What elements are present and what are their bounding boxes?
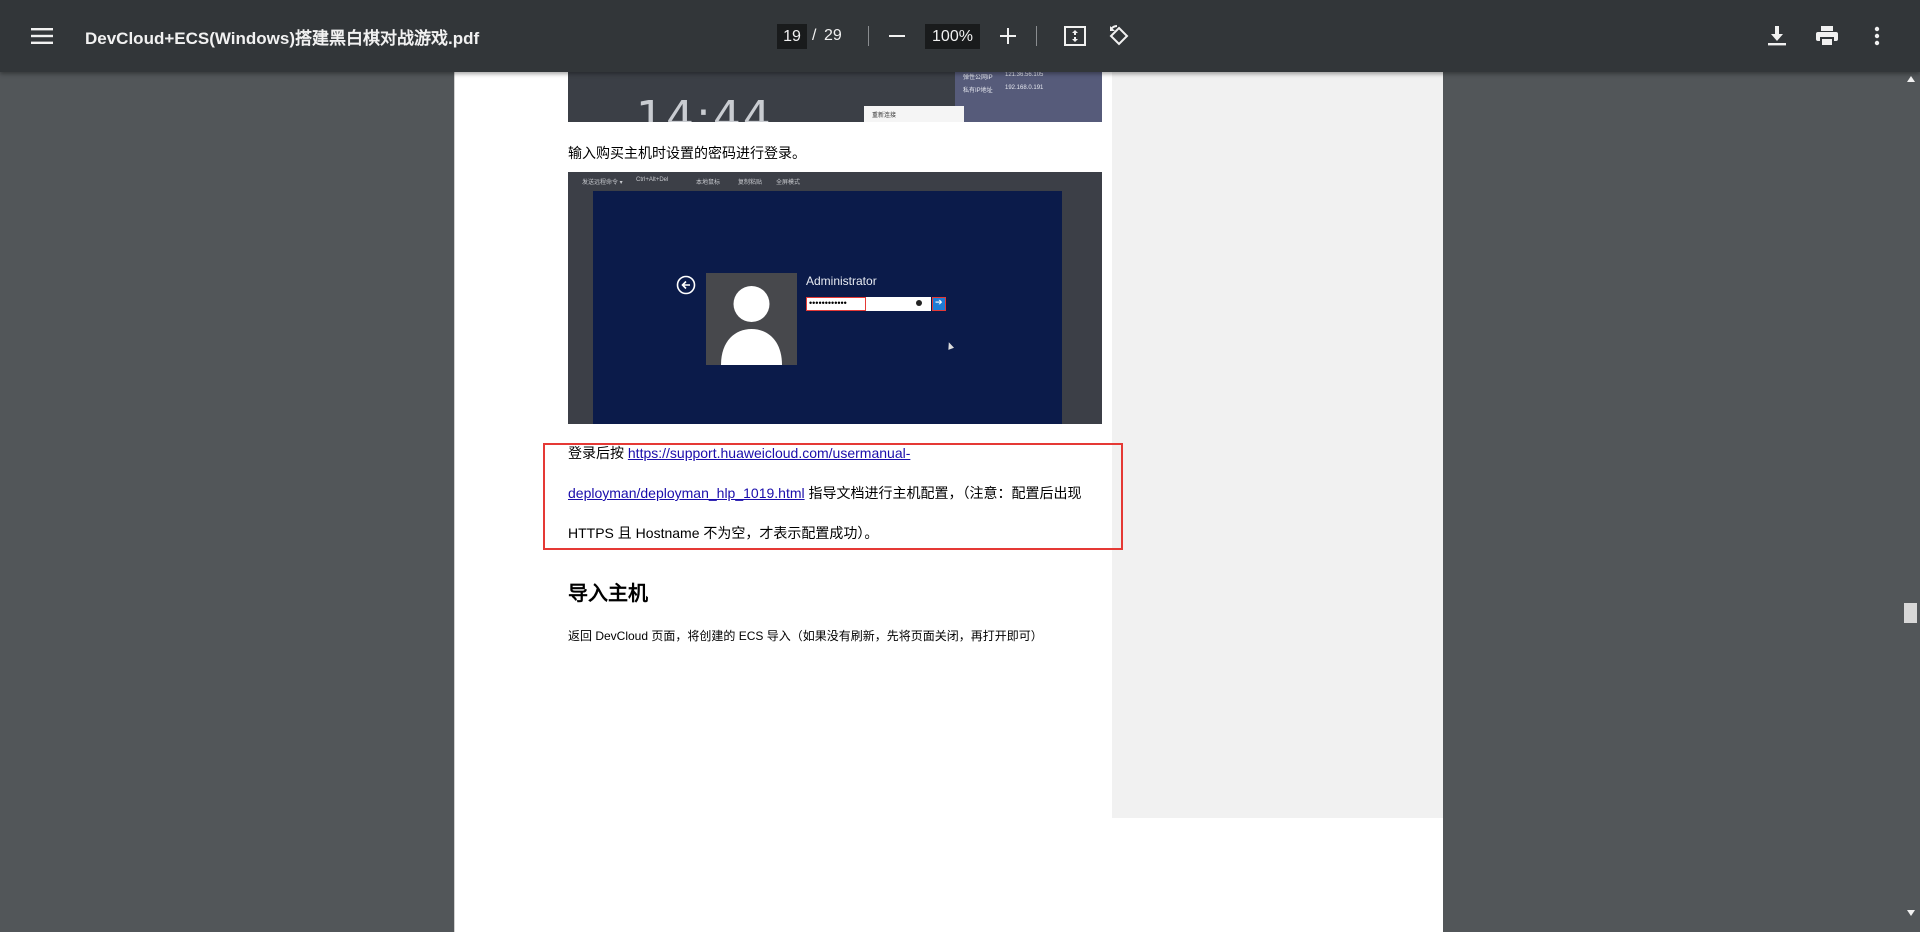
toolbar-divider [1036, 26, 1037, 46]
toolbar-divider [868, 26, 869, 46]
more-options-button[interactable] [1859, 18, 1895, 54]
submit-arrow-icon [932, 297, 946, 311]
user-icon [721, 286, 782, 365]
zoom-level-input[interactable] [925, 24, 980, 49]
page-separator: / [812, 27, 817, 44]
back-arrow-icon [676, 275, 696, 295]
section-heading: 导入主机 [568, 583, 648, 605]
instruction-text: 输入购买主机时设置的密码进行登录。 [568, 145, 806, 161]
lock-screen-clock: 14:44 [636, 92, 773, 122]
fit-to-page-button[interactable] [1057, 18, 1093, 54]
windows-login-screenshot: 发送远程命令 ▾ Ctrl+Alt+Del 本地鼠标 复制粘贴 全屏模式 Adm… [568, 172, 1102, 424]
download-button[interactable] [1759, 18, 1795, 54]
remote-toolbar-item: 发送远程命令 ▾ [582, 180, 623, 186]
minus-icon [889, 35, 905, 37]
reconnect-popup: 重新连接 [864, 106, 964, 122]
reveal-password-icon [916, 300, 922, 306]
password-field: •••••••••••• [806, 297, 931, 311]
section-text: 返回 DevCloud 页面，将创建的 ECS 导入（如果没有刷新，先将页面关闭… [568, 629, 1043, 643]
menu-icon[interactable] [24, 18, 60, 54]
page-gray-region [1112, 72, 1443, 818]
highlight-line-1: 登录后按 https://support.huaweicloud.com/use… [568, 443, 910, 463]
popup-label: 重新连接 [872, 113, 897, 119]
page-edge [454, 72, 455, 932]
zoom-in-button[interactable] [990, 18, 1026, 54]
print-icon [1816, 26, 1838, 46]
highlight-line-2: deployman/deployman_hlp_1019.html 指导文档进行… [568, 483, 1082, 503]
rotate-icon [1109, 25, 1129, 46]
vertical-scrollbar[interactable] [1903, 72, 1920, 923]
login-username: Administrator [806, 274, 877, 288]
info-label: 弹性公网IP [963, 75, 993, 81]
remote-toolbar-item: 本地鼠标 [696, 180, 721, 186]
pdf-toolbar: DevCloud+ECS(Windows)搭建黑白棋对战游戏.pdf / 29 [0, 0, 1920, 72]
user-avatar [706, 273, 797, 365]
info-label: 私有IP地址 [963, 88, 993, 94]
info-value: 121.36.56.105 [1005, 72, 1044, 78]
highlight-suffix: 指导文档进行主机配置，（注意：配置后出现 [804, 485, 1082, 501]
plus-icon [1000, 28, 1016, 44]
instance-info-panel: 弹性公网IP 121.36.56.105 私有IP地址 192.168.0.19… [955, 72, 1102, 122]
page-total: 29 [824, 27, 842, 44]
rotate-button[interactable] [1101, 18, 1137, 54]
remote-toolbar-item: 全屏模式 [776, 180, 801, 186]
info-value: 192.168.0.191 [1005, 85, 1044, 91]
guide-link-continued[interactable]: deployman/deployman_hlp_1019.html [568, 485, 805, 501]
password-mask: •••••••••••• [809, 298, 847, 308]
print-button[interactable] [1809, 18, 1845, 54]
page-number-input[interactable] [777, 24, 807, 49]
scroll-down-arrow-icon[interactable] [1907, 910, 1915, 916]
remote-toolbar: 发送远程命令 ▾ Ctrl+Alt+Del 本地鼠标 复制粘贴 全屏模式 [568, 172, 1102, 191]
guide-link[interactable]: https://support.huaweicloud.com/usermanu… [628, 445, 910, 461]
remote-desktop-screenshot: 14:44 弹性公网IP 121.36.56.105 私有IP地址 192.16… [568, 72, 1102, 122]
fit-to-page-icon [1064, 26, 1086, 46]
zoom-out-button[interactable] [879, 18, 915, 54]
highlight-line-3: HTTPS 且 Hostname 不为空，才表示配置成功）。 [568, 525, 879, 541]
pdf-page: 14:44 弹性公网IP 121.36.56.105 私有IP地址 192.16… [454, 72, 1443, 932]
scroll-up-arrow-icon[interactable] [1907, 76, 1915, 82]
remote-toolbar-item: 复制粘贴 [738, 180, 763, 186]
highlight-prefix: 登录后按 [568, 445, 628, 461]
scrollbar-thumb[interactable] [1904, 603, 1917, 623]
document-title: DevCloud+ECS(Windows)搭建黑白棋对战游戏.pdf [85, 29, 480, 48]
download-icon [1768, 26, 1786, 46]
remote-toolbar-item: Ctrl+Alt+Del [636, 177, 669, 183]
more-vert-icon [1874, 26, 1880, 46]
